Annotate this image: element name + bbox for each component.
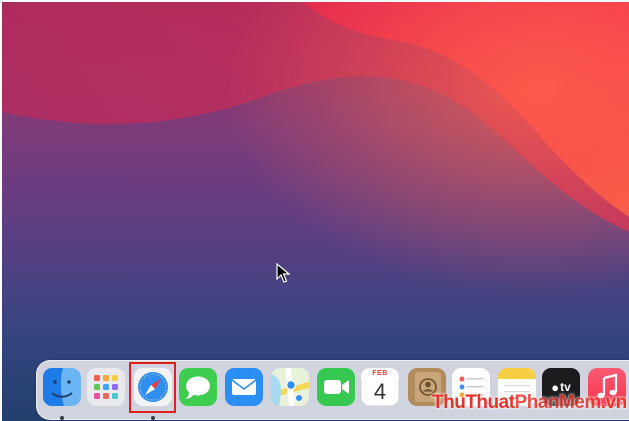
arrow-cursor-icon: [276, 263, 290, 283]
watermark-part-1: ThuThuat: [432, 392, 515, 413]
launchpad-icon: [87, 368, 125, 406]
facetime-icon: [317, 368, 355, 406]
mail-icon: [225, 368, 263, 406]
dock-item-launchpad[interactable]: [87, 368, 125, 406]
dock-item-finder[interactable]: [43, 368, 81, 420]
watermark-part-3: .vn: [600, 392, 627, 413]
messages-icon: [179, 368, 217, 406]
dock-item-facetime[interactable]: [317, 368, 355, 406]
watermark-part-2: PhanMem: [514, 392, 602, 413]
watermark: ThuThuatPhanMem.vn: [432, 392, 627, 414]
calendar-icon: FEB 4: [361, 368, 399, 406]
running-indicator: [60, 416, 64, 420]
maps-icon: [271, 368, 309, 406]
safari-highlight-box: [129, 362, 176, 413]
calendar-day: 4: [373, 379, 387, 404]
dock-item-messages[interactable]: [179, 368, 217, 406]
wallpaper-graphic: [2, 2, 629, 421]
dock-item-mail[interactable]: [225, 368, 263, 406]
dock-item-maps[interactable]: [271, 368, 309, 406]
finder-icon: [43, 368, 81, 406]
desktop-wallpaper: [2, 2, 629, 421]
running-indicator: [151, 416, 155, 420]
dock-item-calendar[interactable]: FEB 4: [361, 368, 399, 406]
